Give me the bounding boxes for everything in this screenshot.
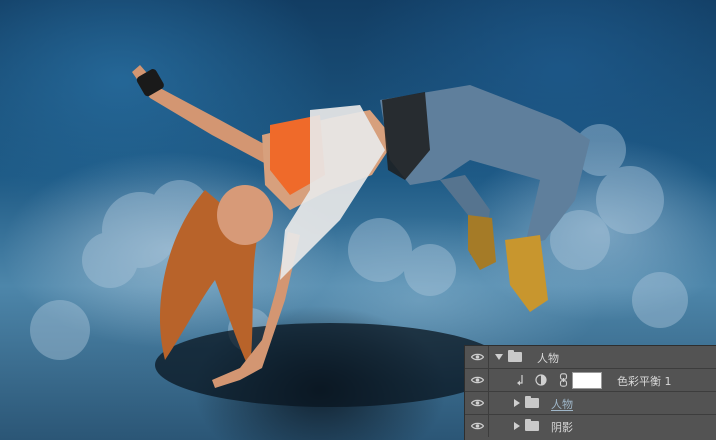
chevron-down-icon[interactable] [495,354,503,360]
eye-icon [471,422,484,430]
chevron-right-icon[interactable] [514,399,520,407]
folder-icon [525,396,539,408]
visibility-toggle[interactable] [465,392,489,414]
eye-icon [471,376,484,384]
layers-panel: 人物 色彩平衡 1 人物 阴影 [464,345,716,440]
eye-icon [471,399,484,407]
folder-icon [525,419,539,431]
adjustment-layer-icon [535,374,547,386]
visibility-toggle[interactable] [465,369,489,391]
layer-row-shadow-group[interactable]: 阴影 [465,415,716,438]
layer-name: 阴影 [551,421,573,434]
eye-icon [471,353,484,361]
chevron-right-icon[interactable] [514,422,520,430]
visibility-toggle[interactable] [465,415,489,437]
link-icon[interactable] [559,373,568,387]
layer-name: 色彩平衡 1 [617,375,672,388]
visibility-toggle[interactable] [465,346,489,368]
layer-row-color-balance[interactable]: 色彩平衡 1 [465,369,716,392]
layer-mask-thumbnail[interactable] [572,372,602,389]
layer-name: 人物 [537,352,559,365]
folder-icon [508,350,522,362]
clipping-arrow-icon [517,375,523,386]
layer-row-person-subgroup[interactable]: 人物 [465,392,716,415]
layer-name: 人物 [551,398,573,411]
layer-row-person-group[interactable]: 人物 [465,346,716,369]
